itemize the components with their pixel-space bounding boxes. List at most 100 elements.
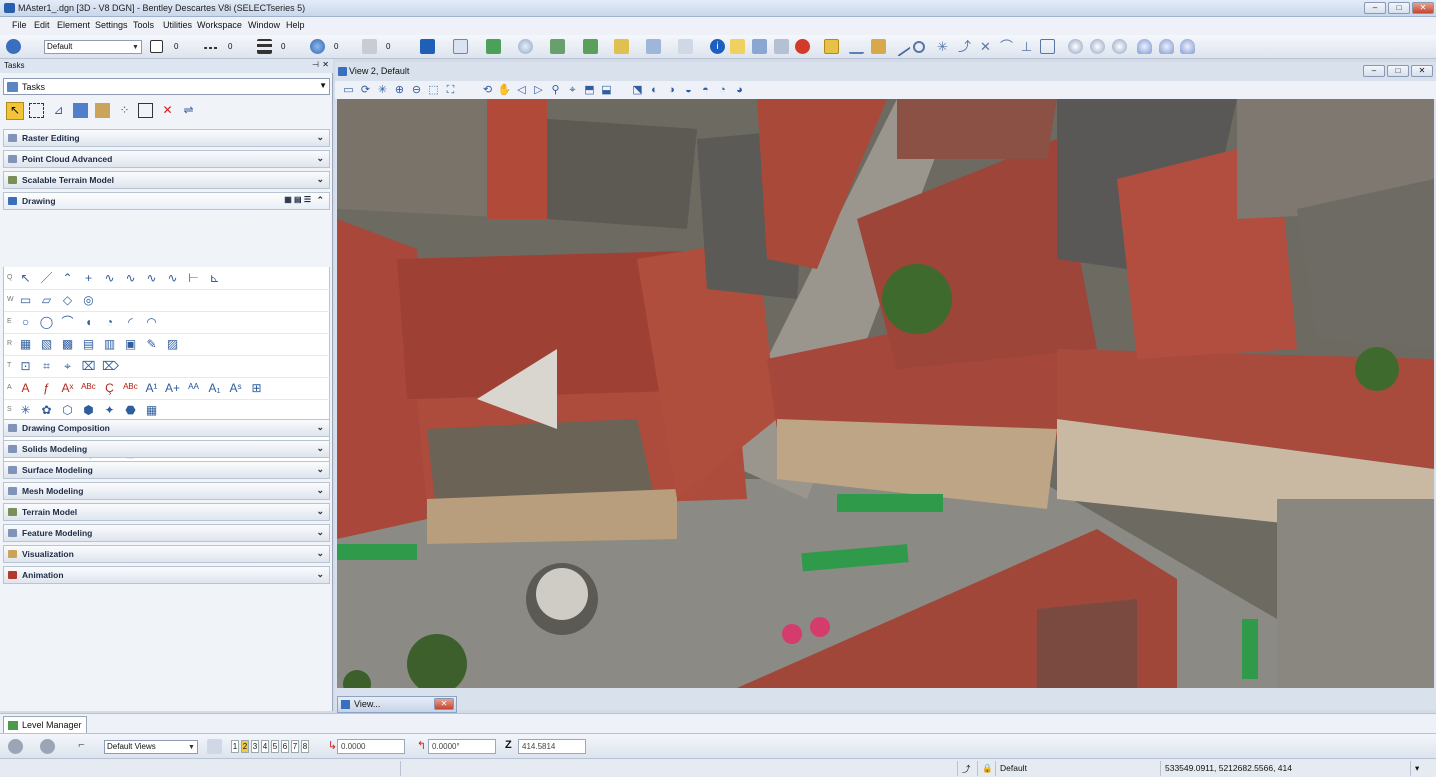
level-manager-tab[interactable]: Level Manager bbox=[3, 716, 87, 733]
tag-delete-icon[interactable]: ⌧ bbox=[81, 359, 96, 374]
clip-mask-icon[interactable]: ⬓ bbox=[599, 83, 614, 98]
hatch-icon[interactable]: ▧ bbox=[39, 337, 54, 352]
section-drawing[interactable]: Drawing ▦ ▤ ☰ ⌃ bbox=[3, 192, 330, 210]
note-icon[interactable]: Ç bbox=[102, 381, 117, 396]
rectangle-icon[interactable]: ▭ bbox=[18, 293, 33, 308]
view-number-button[interactable]: 2 bbox=[241, 740, 249, 753]
view-top-icon[interactable]: ◐ bbox=[647, 83, 662, 98]
view-right-icon[interactable]: ◓ bbox=[698, 83, 713, 98]
x-field[interactable]: 0.0000 bbox=[337, 739, 405, 754]
snap-mode-icon[interactable] bbox=[1040, 39, 1055, 54]
cell-select-icon[interactable]: ⬢ bbox=[81, 403, 96, 418]
toggle-mask-icon[interactable]: ⬔ bbox=[630, 83, 645, 98]
wrench-icon[interactable] bbox=[678, 39, 693, 54]
text-display-icon[interactable]: A¹ bbox=[144, 381, 159, 396]
quarter-arc-icon[interactable]: ◜ bbox=[123, 315, 138, 330]
tag-edit-icon[interactable]: ⌗ bbox=[39, 359, 54, 374]
ellipse-icon[interactable]: ◯ bbox=[39, 315, 54, 330]
select-icon[interactable]: ↖ bbox=[18, 271, 33, 286]
shape-icon[interactable]: ◇ bbox=[60, 293, 75, 308]
pointer-icon[interactable]: ⌐ bbox=[74, 739, 89, 754]
transparency-icon[interactable] bbox=[310, 39, 325, 54]
element-info-icon[interactable] bbox=[420, 39, 435, 54]
circle-icon[interactable]: ○ bbox=[18, 315, 33, 330]
pan-icon[interactable]: ✋ bbox=[497, 83, 512, 98]
arc-spline-icon[interactable]: ∿ bbox=[144, 271, 159, 286]
crosshatch-icon[interactable]: ▤ bbox=[81, 337, 96, 352]
camera-icon[interactable]: ⌖ bbox=[565, 83, 580, 98]
aerial-mesh-viewport[interactable] bbox=[337, 99, 1434, 688]
table-icon[interactable]: ⊞ bbox=[249, 381, 264, 396]
tag-remove-icon[interactable]: ⌦ bbox=[102, 359, 119, 374]
render-smooth-icon[interactable] bbox=[1090, 39, 1105, 54]
arc-icon[interactable]: ⌒ bbox=[60, 315, 75, 330]
point-icon[interactable]: + bbox=[81, 271, 96, 286]
settings-icon[interactable] bbox=[774, 39, 789, 54]
view-close-button[interactable]: ✕ bbox=[1411, 65, 1433, 77]
bspline-icon[interactable]: ∿ bbox=[123, 271, 138, 286]
intersection-snap-icon[interactable]: ✕ bbox=[978, 39, 993, 54]
pattern-icon[interactable]: ▩ bbox=[60, 337, 75, 352]
tag-review-icon[interactable]: ⌖ bbox=[60, 359, 75, 374]
cell-place-icon[interactable]: ✳ bbox=[18, 403, 33, 418]
circle-target-icon[interactable]: ◎ bbox=[81, 293, 96, 308]
view-previous-icon[interactable]: ◁ bbox=[514, 83, 529, 98]
section-visualization[interactable]: Visualization ⌄ bbox=[3, 545, 330, 563]
view-number-button[interactable]: 4 bbox=[261, 740, 269, 753]
fence-icon[interactable] bbox=[29, 103, 44, 118]
view-number-button[interactable]: 3 bbox=[251, 740, 259, 753]
pin-icon[interactable]: ⊣ bbox=[312, 60, 319, 69]
views-combo[interactable]: Default Views ▼ bbox=[104, 740, 198, 754]
text-swap-icon[interactable]: ᴬᴬ bbox=[186, 381, 201, 396]
flood-icon[interactable]: ▨ bbox=[165, 337, 180, 352]
solid-icon[interactable] bbox=[73, 103, 88, 118]
cell-array-icon[interactable]: ⬣ bbox=[123, 403, 138, 418]
line-weight-icon[interactable] bbox=[257, 39, 272, 54]
priority-icon[interactable] bbox=[362, 39, 377, 54]
view-iso-icon[interactable]: ◒ bbox=[681, 83, 696, 98]
line-icon[interactable]: ／ bbox=[39, 271, 54, 286]
center-snap-icon[interactable] bbox=[913, 41, 925, 53]
menu-help[interactable]: Help bbox=[286, 20, 305, 30]
back-icon[interactable] bbox=[8, 739, 23, 754]
text-edit-icon[interactable]: ƒ bbox=[39, 381, 54, 396]
dimension-icon[interactable]: ⊢ bbox=[186, 271, 201, 286]
fill-icon[interactable]: ▦ bbox=[18, 337, 33, 352]
zoom-in-icon[interactable]: ⊕ bbox=[392, 83, 407, 98]
text-number-icon[interactable]: Aˢ bbox=[228, 381, 243, 396]
cell-replace-icon[interactable]: ✿ bbox=[39, 403, 54, 418]
layer-icon[interactable] bbox=[614, 39, 629, 54]
curve-icon[interactable]: ∿ bbox=[102, 271, 117, 286]
color-swatch-icon[interactable] bbox=[150, 40, 163, 53]
origin-snap-icon[interactable]: ✳ bbox=[935, 39, 950, 54]
menu-utilities[interactable]: Utilities bbox=[163, 20, 192, 30]
manipulate-icon[interactable]: ⇌ bbox=[181, 103, 196, 118]
measure-icon[interactable]: ⊾ bbox=[207, 271, 222, 286]
view-next-icon[interactable]: ▷ bbox=[531, 83, 546, 98]
section-point-cloud-advanced[interactable]: Point Cloud Advanced ⌄ bbox=[3, 150, 330, 168]
view-maximize-button[interactable]: □ bbox=[1387, 65, 1409, 77]
image-icon[interactable] bbox=[752, 39, 767, 54]
view-number-button[interactable]: 5 bbox=[271, 740, 279, 753]
view-front-icon[interactable]: ◑ bbox=[664, 83, 679, 98]
walk-icon[interactable]: ⚲ bbox=[548, 83, 563, 98]
section-mesh-modeling[interactable]: Mesh Modeling ⌄ bbox=[3, 482, 330, 500]
element-selection-icon[interactable]: ↖ bbox=[6, 102, 24, 120]
level-display-icon[interactable] bbox=[6, 39, 21, 54]
window-area-icon[interactable]: ⬚ bbox=[426, 83, 441, 98]
stream-icon[interactable]: ∿ bbox=[165, 271, 180, 286]
abc-small-icon[interactable]: ᴬᴮᶜ bbox=[123, 381, 138, 396]
forward-icon[interactable] bbox=[40, 739, 55, 754]
view-groups-icon[interactable] bbox=[207, 739, 222, 754]
text-match-icon[interactable]: A₁ bbox=[207, 381, 222, 396]
curve-tool-icon[interactable] bbox=[849, 39, 864, 54]
nearest-snap-icon[interactable] bbox=[890, 36, 911, 57]
section-icon[interactable]: ◕ bbox=[732, 83, 747, 98]
stop-icon[interactable] bbox=[795, 39, 810, 54]
section-terrain-model[interactable]: Terrain Model ⌄ bbox=[3, 503, 330, 521]
fit-view-icon[interactable]: ⛶ bbox=[443, 83, 458, 98]
perpendicular-snap-icon[interactable]: ⊥ bbox=[1019, 39, 1034, 54]
wireframe-icon[interactable] bbox=[1159, 39, 1174, 54]
visible-edges-icon[interactable] bbox=[1137, 39, 1152, 54]
section-raster-editing[interactable]: Raster Editing ⌄ bbox=[3, 129, 330, 147]
